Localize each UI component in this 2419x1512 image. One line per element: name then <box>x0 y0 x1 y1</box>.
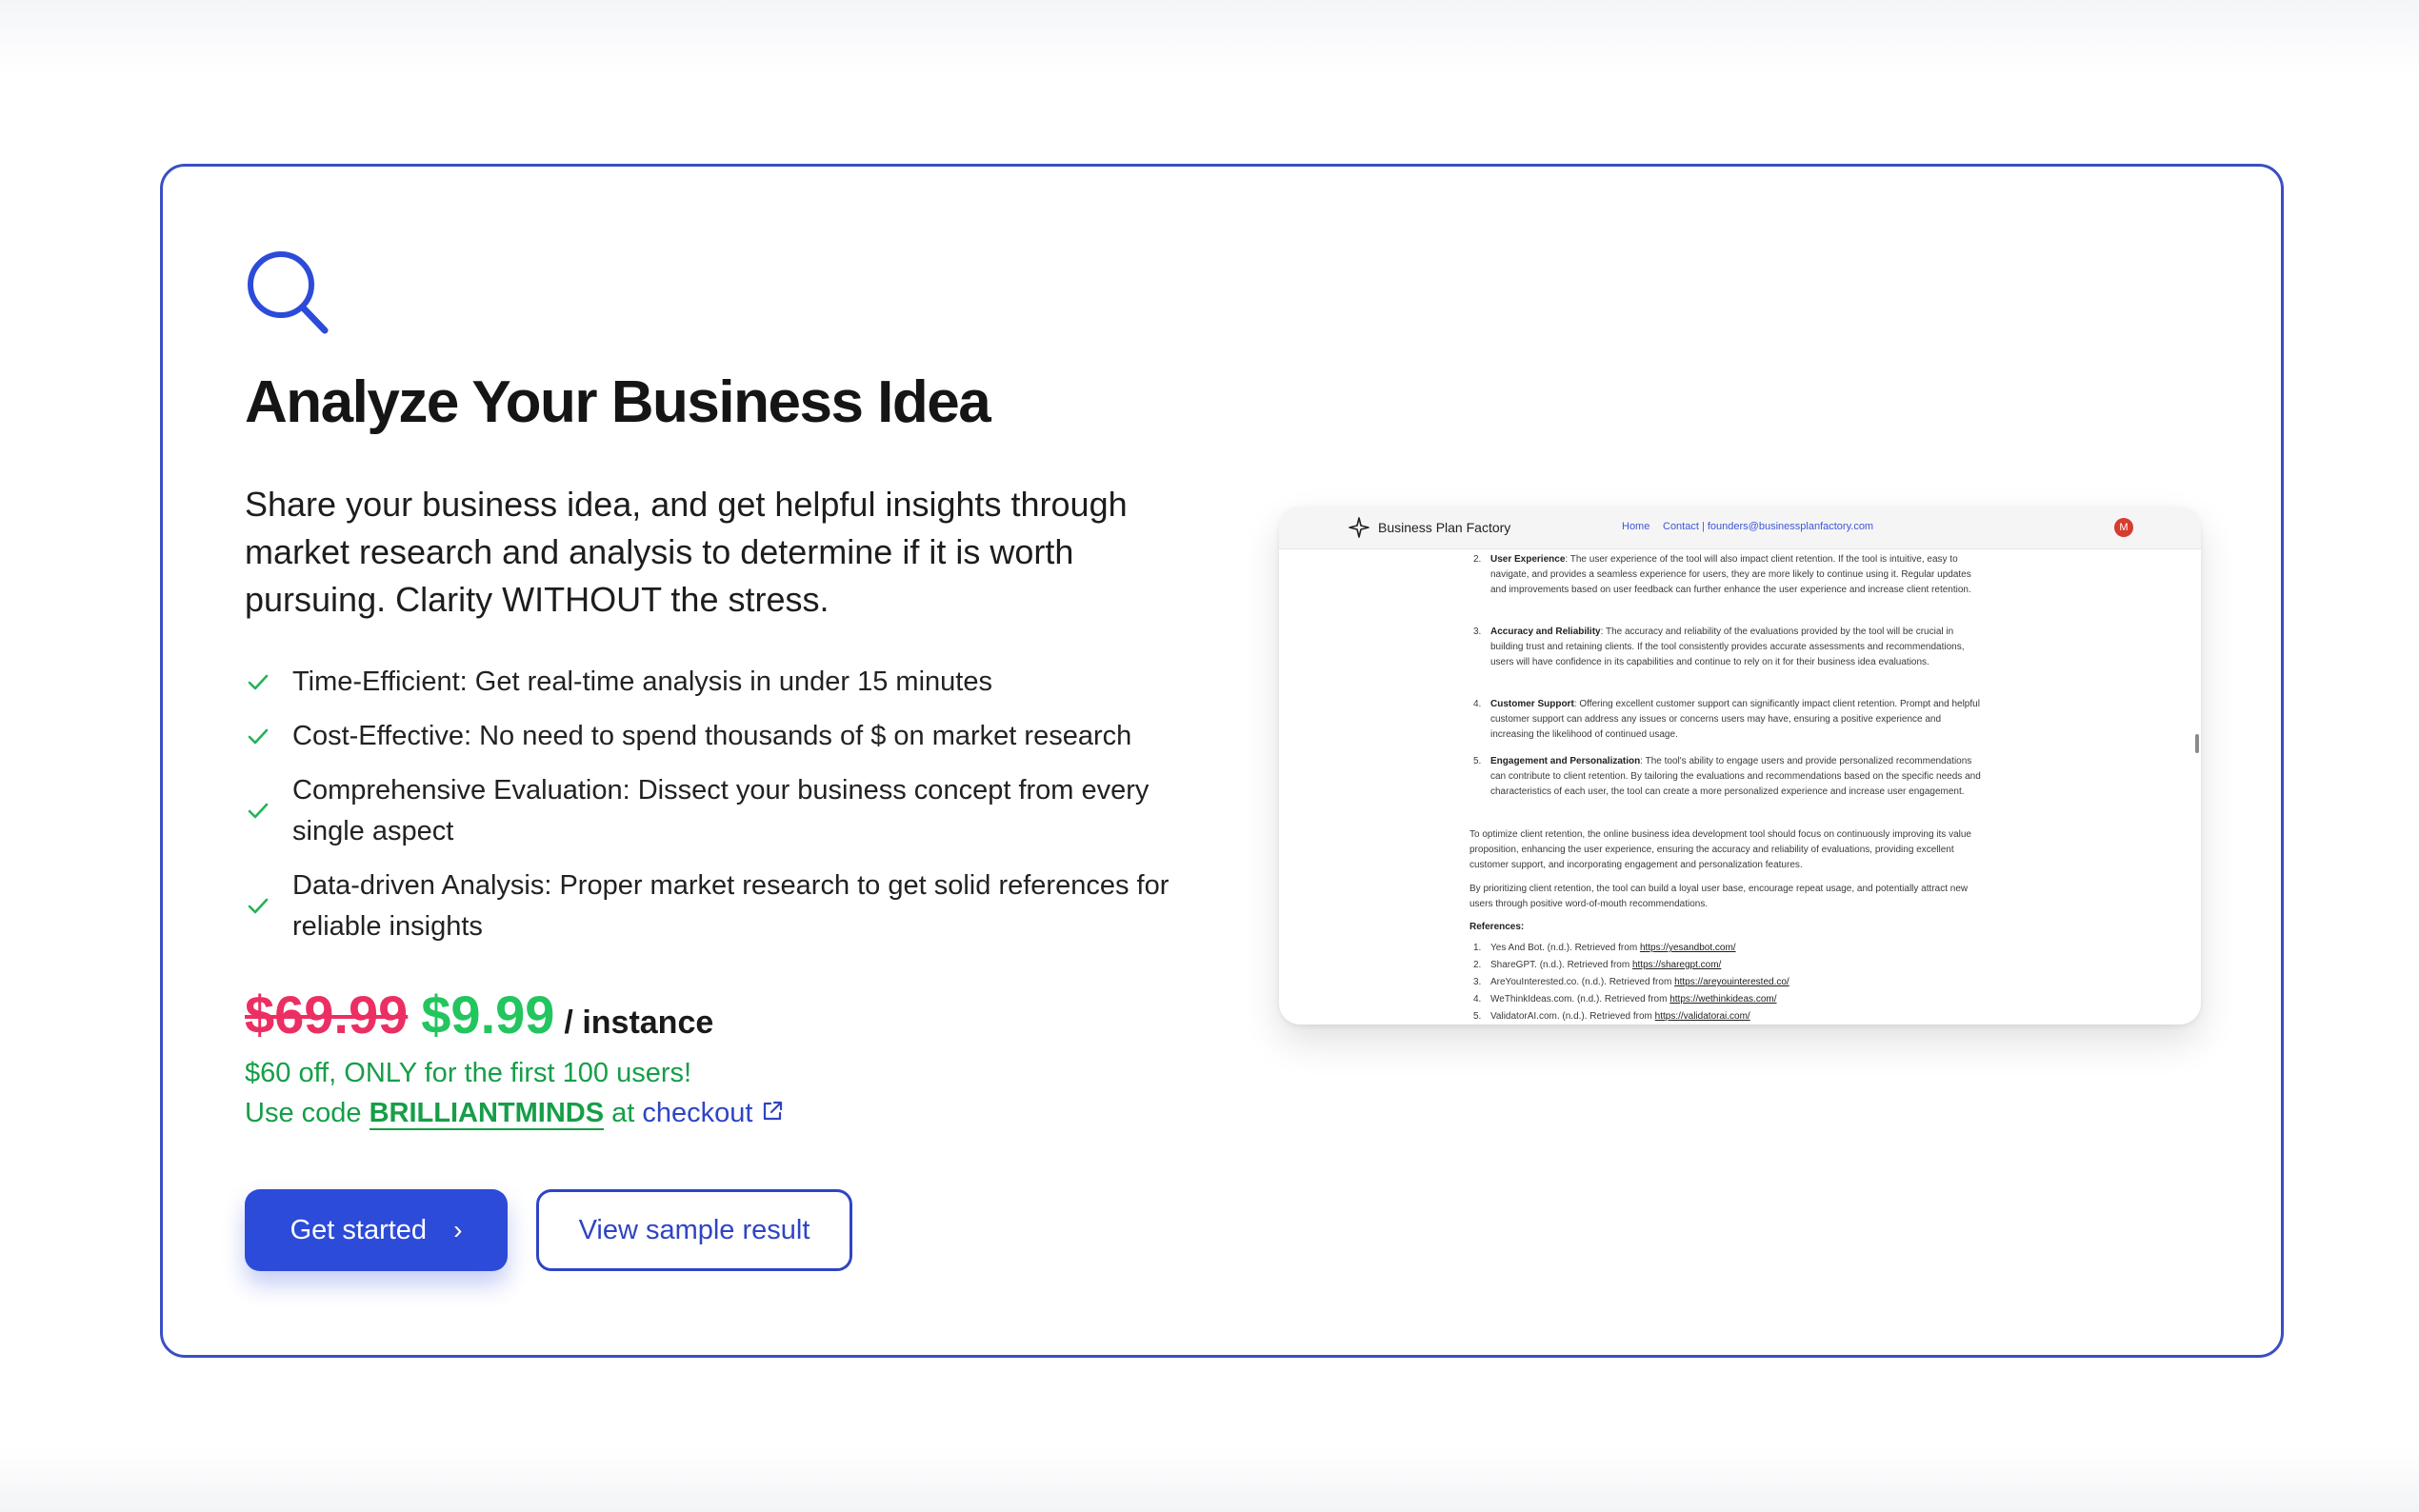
checkout-label[interactable]: checkout <box>642 1098 752 1128</box>
references-title: References: <box>1469 922 1525 932</box>
check-icon <box>248 728 269 744</box>
reference-link[interactable]: https://yesandbot.com/ <box>1640 943 1736 953</box>
list-number: 5. <box>1473 1011 1482 1022</box>
brand-logo-icon <box>1349 517 1369 538</box>
promo-text: $60 off, ONLY for the first 100 users! <box>245 1058 692 1088</box>
get-started-label[interactable]: Get started <box>290 1215 427 1246</box>
feature-list: Time-Efficient: Get real-time analysis i… <box>245 662 1207 961</box>
promo-code-line: Use code BRILLIANTMINDS at checkout <box>245 1098 785 1130</box>
preview-list-item: 2. User Experience: The user experience o… <box>1473 552 1986 598</box>
preview-list-item: 4. Customer Support: Offering excellent c… <box>1473 697 1986 743</box>
list-number: 5. <box>1473 756 1482 766</box>
top-background-fade <box>0 0 2419 76</box>
reference-text: WeThinkIdeas.com. (n.d.). Retrieved from <box>1490 994 1670 1005</box>
item-heading: Customer Support <box>1490 699 1574 709</box>
feature-text: Comprehensive Evaluation: Dissect your b… <box>292 775 1150 846</box>
checkout-link[interactable]: checkout <box>642 1098 785 1128</box>
price-row: $69.99 $9.99 / instance <box>245 984 713 1045</box>
reference-text: Yes And Bot. (n.d.). Retrieved from <box>1490 943 1640 953</box>
list-number: 2. <box>1473 960 1482 970</box>
preview-nav-contact[interactable]: Contact | founders@businessplanfactory.c… <box>1663 521 1873 532</box>
sample-result-preview: Business Plan Factory Home Contact | fou… <box>1279 507 2201 1025</box>
feature-item: Comprehensive Evaluation: Dissect your b… <box>245 770 1207 852</box>
item-heading: Accuracy and Reliability <box>1490 627 1601 637</box>
reference-link[interactable]: https://wethinkideas.com/ <box>1669 994 1776 1005</box>
card-description: Share your business idea, and get helpfu… <box>245 485 1128 619</box>
reference-link[interactable]: https://areyouinterested.co/ <box>1674 977 1789 987</box>
reference-item: 3. AreYouInterested.co. (n.d.). Retrieved… <box>1473 975 1789 990</box>
card-title: Analyze Your Business Idea <box>245 369 991 435</box>
item-heading: Engagement and Personalization <box>1490 756 1641 766</box>
reference-link[interactable]: https://validatorai.com/ <box>1655 1011 1750 1022</box>
bottom-background-fade <box>0 1447 2419 1512</box>
list-number: 2. <box>1473 554 1482 565</box>
preview-scrollbar[interactable] <box>2195 734 2199 753</box>
reference-item: 1. Yes And Bot. (n.d.). Retrieved from ht… <box>1473 941 1736 956</box>
reference-link[interactable]: https://sharegpt.com/ <box>1632 960 1721 970</box>
check-icon <box>248 803 269 819</box>
view-sample-button[interactable]: View sample result <box>536 1189 852 1271</box>
list-number: 1. <box>1473 943 1482 953</box>
promo-prefix: Use code <box>245 1098 362 1128</box>
feature-text: Data-driven Analysis: Proper market rese… <box>292 870 1170 942</box>
feature-item: Time-Efficient: Get real-time analysis i… <box>245 662 1207 703</box>
feature-item: Data-driven Analysis: Proper market rese… <box>245 865 1207 947</box>
reference-text: AreYouInterested.co. (n.d.). Retrieved f… <box>1490 977 1675 987</box>
reference-item: 5. ValidatorAI.com. (n.d.). Retrieved fro… <box>1473 1009 1750 1025</box>
reference-item: 4. WeThinkIdeas.com. (n.d.). Retrieved fr… <box>1473 992 1777 1007</box>
list-number: 4. <box>1473 699 1482 709</box>
feature-item: Cost-Effective: No need to spend thousan… <box>245 716 1207 757</box>
list-number: 3. <box>1473 977 1482 987</box>
external-link-icon[interactable] <box>760 1099 785 1124</box>
preview-list-item: 3. Accuracy and Reliability: The accuracy… <box>1473 625 1986 670</box>
new-price: $9.99 <box>421 985 555 1044</box>
preview-content: 2. User Experience: The user experience o… <box>1279 548 2201 1025</box>
reference-text: ValidatorAI.com. (n.d.). Retrieved from <box>1490 1011 1655 1022</box>
search-icon <box>248 251 329 334</box>
preview-header: Business Plan Factory Home Contact | fou… <box>1279 507 2201 549</box>
preview-brand: Business Plan Factory <box>1378 520 1511 535</box>
chevron-right-icon[interactable]: › <box>453 1215 462 1245</box>
get-started-button[interactable]: Get started › <box>245 1189 508 1271</box>
reference-item: 2. ShareGPT. (n.d.). Retrieved from https… <box>1473 958 1721 973</box>
preview-paragraph: By prioritizing client retention, the to… <box>1469 884 1969 909</box>
old-price: $69.99 <box>245 985 409 1044</box>
promo-code[interactable]: BRILLIANTMINDS <box>369 1098 605 1130</box>
reference-text: ShareGPT. (n.d.). Retrieved from <box>1490 960 1632 970</box>
promo-at: at <box>611 1098 635 1128</box>
item-heading: User Experience <box>1490 554 1566 565</box>
feature-text: Cost-Effective: No need to spend thousan… <box>292 721 1132 751</box>
check-icon <box>248 898 269 914</box>
list-number: 4. <box>1473 994 1482 1005</box>
preview-nav-home[interactable]: Home <box>1622 521 1649 532</box>
list-number: 3. <box>1473 627 1482 637</box>
avatar[interactable]: M <box>2114 518 2133 537</box>
view-sample-label[interactable]: View sample result <box>579 1215 810 1246</box>
check-icon <box>248 674 269 689</box>
feature-text: Time-Efficient: Get real-time analysis i… <box>292 666 992 697</box>
price-unit: / instance <box>564 1005 714 1041</box>
preview-paragraph: To optimize client retention, the online… <box>1469 829 1971 870</box>
preview-list-item: 5. Engagement and Personalization: The to… <box>1473 754 1986 800</box>
feature-card: Analyze Your Business Idea Share your bu… <box>160 164 2284 1358</box>
